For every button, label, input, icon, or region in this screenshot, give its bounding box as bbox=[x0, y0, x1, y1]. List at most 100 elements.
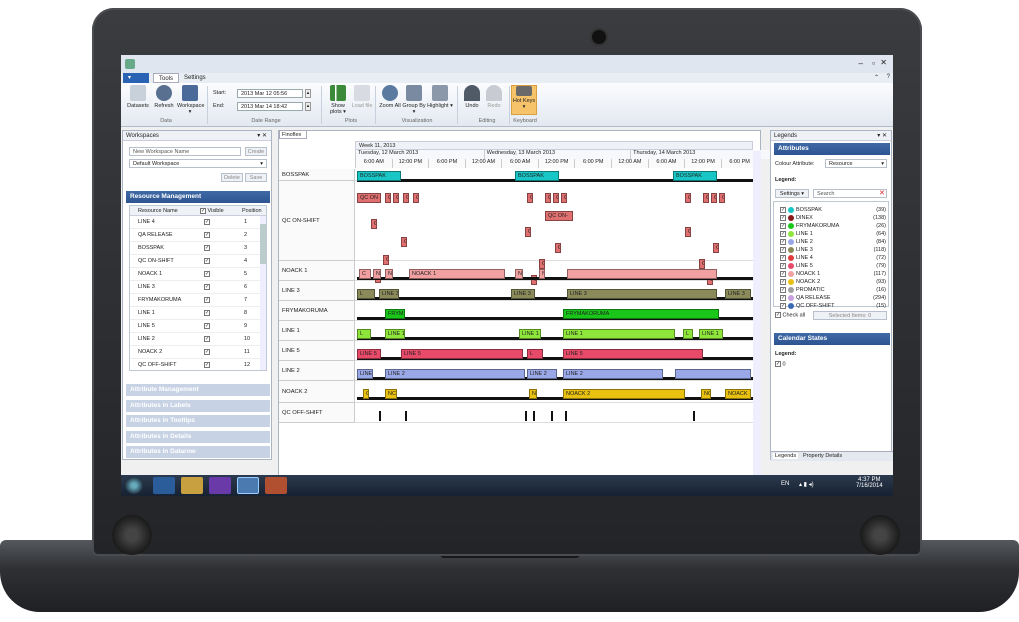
legend-checkbox[interactable]: ✓ bbox=[780, 302, 786, 309]
explorer-icon[interactable] bbox=[181, 477, 203, 494]
resource-management-header[interactable]: Resource Management bbox=[126, 191, 270, 203]
gantt-bar[interactable]: C bbox=[555, 243, 561, 253]
gantt-bar[interactable]: LINE 5 bbox=[357, 349, 381, 359]
gantt-bar[interactable]: C bbox=[393, 193, 399, 203]
gantt-bar[interactable]: LINE 1 bbox=[563, 329, 675, 339]
tray-icons[interactable]: ▴ ▮ ◂) bbox=[799, 481, 814, 488]
collapsed-section[interactable]: Attributes in Datarow bbox=[126, 446, 270, 458]
gantt-bar[interactable]: LINE 3 bbox=[511, 289, 535, 299]
gantt-bar[interactable]: N bbox=[529, 389, 537, 399]
minimize-icon[interactable]: – bbox=[859, 59, 863, 68]
end-spinner[interactable]: ▴ bbox=[305, 102, 311, 111]
datasets-button[interactable]: Datasets bbox=[125, 85, 151, 109]
gantt-bar[interactable]: C bbox=[359, 269, 371, 279]
legend-checkbox[interactable]: ✓ bbox=[780, 270, 786, 277]
visible-checkbox[interactable]: ✓ bbox=[204, 219, 210, 225]
table-row[interactable]: LINE 1 ✓ 8 bbox=[130, 307, 262, 320]
gantt-bar[interactable]: FRYMAKORUMA bbox=[563, 309, 719, 319]
legend-item[interactable]: ✓ BOSSPAK (39) bbox=[780, 206, 886, 214]
group-by-button[interactable]: Group By ▾ bbox=[401, 85, 427, 115]
gantt-bar[interactable]: C bbox=[363, 389, 369, 399]
gantt-bar[interactable]: C bbox=[371, 219, 377, 229]
gantt-bar[interactable]: C bbox=[685, 227, 691, 237]
start-date-field[interactable]: 2013 Mar 12 05:56 bbox=[237, 89, 303, 98]
help-icon[interactable]: ? bbox=[887, 74, 890, 80]
legend-item[interactable]: ✓ NOACK 1 (117) bbox=[780, 270, 886, 278]
delete-button[interactable]: Delete bbox=[221, 173, 243, 182]
collapsed-section[interactable]: Attributes in Tooltips bbox=[126, 415, 270, 427]
gantt-bar[interactable]: C bbox=[385, 193, 391, 203]
visible-checkbox[interactable]: ✓ bbox=[204, 310, 210, 316]
gantt-bar[interactable]: C bbox=[403, 193, 409, 203]
zoom-all-button[interactable]: Zoom All bbox=[377, 85, 403, 109]
table-row[interactable]: QA RELEASE ✓ 2 bbox=[130, 229, 262, 242]
vertical-scrollbar[interactable] bbox=[753, 151, 761, 481]
gantt-bar[interactable]: C bbox=[413, 193, 419, 203]
file-menu[interactable]: ▾ bbox=[123, 73, 149, 83]
legend-item[interactable]: ✓ NOACK 2 (93) bbox=[780, 278, 886, 286]
clock[interactable]: 4:37 PM 7/16/2014 bbox=[856, 477, 883, 489]
gantt-bar[interactable]: L bbox=[683, 329, 693, 339]
calendar-states-header[interactable]: Calendar States bbox=[774, 333, 890, 345]
maximize-icon[interactable]: ▫ bbox=[872, 59, 875, 68]
gantt-bar[interactable]: LINE 2 bbox=[385, 369, 525, 379]
end-date-field[interactable]: 2013 Mar 14 18:42 bbox=[237, 102, 303, 111]
gantt-bar[interactable]: N bbox=[515, 269, 523, 279]
gantt-bar[interactable]: QC ON- bbox=[545, 211, 573, 221]
legend-item[interactable]: ✓ LINE 4 (72) bbox=[780, 254, 886, 262]
create-button[interactable]: Create bbox=[245, 147, 267, 156]
gantt-bar[interactable]: LINE 1 bbox=[519, 329, 541, 339]
legend-checkbox[interactable]: ✓ bbox=[780, 214, 786, 221]
table-row[interactable]: FRYMAKORUMA ✓ 7 bbox=[130, 294, 262, 307]
clear-search-icon[interactable]: ✕ bbox=[879, 189, 885, 197]
paint-icon[interactable] bbox=[265, 477, 287, 494]
workspace-name-input[interactable]: New Workspace Name bbox=[129, 147, 241, 156]
check-all-toggle[interactable]: ✓ Check all bbox=[775, 312, 805, 318]
gantt-bar[interactable]: C bbox=[383, 255, 389, 265]
table-row[interactable]: LINE 2 ✓ 10 bbox=[130, 333, 262, 346]
gantt-bar[interactable]: L bbox=[357, 289, 375, 299]
gantt-bar[interactable]: BOSSPAK bbox=[673, 171, 717, 181]
gantt-bar[interactable]: C bbox=[699, 259, 705, 269]
colour-attribute-select[interactable]: Resource ▾ bbox=[825, 159, 887, 168]
table-row[interactable]: LINE 3 ✓ 6 bbox=[130, 281, 262, 294]
pin-icon[interactable]: ▾ ✕ bbox=[257, 132, 267, 139]
legend-checkbox[interactable]: ✓ bbox=[780, 206, 786, 213]
hot-keys-button[interactable]: Hot Keys ▾ bbox=[511, 85, 537, 115]
gantt-bar[interactable]: C bbox=[685, 193, 691, 203]
visible-checkbox[interactable]: ✓ bbox=[204, 271, 210, 277]
visible-checkbox[interactable]: ✓ bbox=[204, 336, 210, 342]
highlight-button[interactable]: Highlight ▾ bbox=[425, 85, 455, 109]
gantt-bar[interactable]: NOACK 2 bbox=[563, 389, 685, 399]
gantt-bar[interactable]: NOACK bbox=[725, 389, 751, 399]
legend-item[interactable]: ✓ FRYMAKORUMA (26) bbox=[780, 222, 886, 230]
gantt-bar[interactable]: N bbox=[385, 269, 393, 279]
language-indicator[interactable]: EN bbox=[781, 481, 789, 487]
legend-item[interactable]: ✓ QA RELEASE (294) bbox=[780, 294, 886, 302]
table-row[interactable]: QC OFF-SHIFT ✓ 12 bbox=[130, 359, 262, 370]
gantt-bar[interactable]: C bbox=[711, 193, 717, 203]
gantt-bar[interactable]: BOSSPAK bbox=[515, 171, 559, 181]
collapsed-section[interactable]: Attributes in Details bbox=[126, 430, 270, 443]
legend-item[interactable]: ✓ LINE 1 (64) bbox=[780, 230, 886, 238]
gantt-bar[interactable]: LINE 2 bbox=[527, 369, 557, 379]
tab-property-details[interactable]: Property Details bbox=[801, 453, 844, 459]
table-row[interactable]: NOACK 2 ✓ 11 bbox=[130, 346, 262, 359]
gantt-bar[interactable]: QC ON bbox=[357, 193, 381, 203]
gantt-bar[interactable]: C bbox=[527, 193, 533, 203]
refresh-button[interactable]: Refresh bbox=[151, 85, 177, 109]
gantt-bar[interactable]: NC bbox=[701, 389, 711, 399]
gantt-bar[interactable]: C bbox=[545, 193, 551, 203]
legend-checkbox[interactable]: ✓ bbox=[780, 278, 786, 285]
gantt-bar[interactable] bbox=[567, 269, 717, 279]
gantt-bar[interactable]: C bbox=[719, 193, 725, 203]
legend-item[interactable]: ✓ LINE 5 (79) bbox=[780, 262, 886, 270]
legend-search-input[interactable]: Search bbox=[813, 189, 887, 198]
table-row[interactable]: BOSSPAK ✓ 3 bbox=[130, 242, 262, 255]
gantt-bar[interactable]: FRYM bbox=[385, 309, 405, 319]
table-row[interactable]: LINE 4 ✓ 1 bbox=[130, 216, 262, 229]
gantt-bar[interactable]: C bbox=[401, 237, 407, 247]
redo-button[interactable]: Redo bbox=[481, 85, 507, 109]
visible-checkbox[interactable]: ✓ bbox=[204, 245, 210, 251]
visible-checkbox[interactable]: ✓ bbox=[204, 349, 210, 355]
